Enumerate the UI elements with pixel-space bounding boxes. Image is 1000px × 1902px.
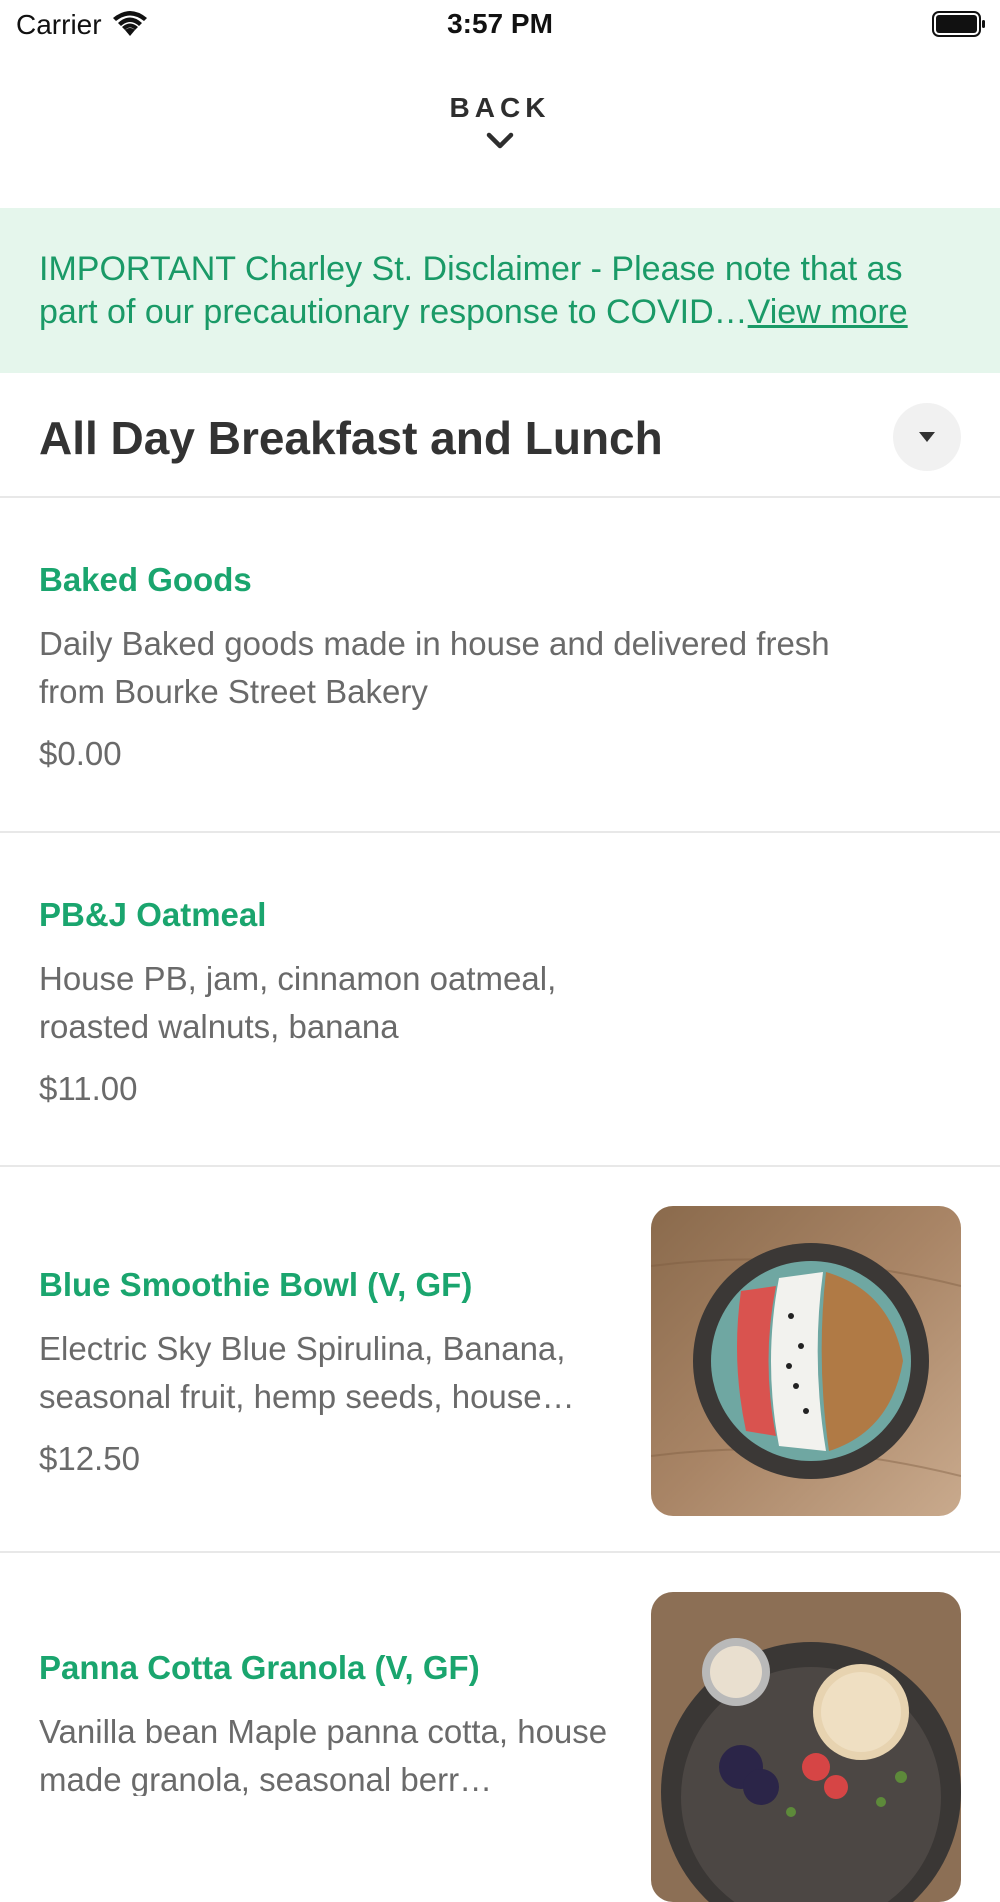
back-label: BACK: [449, 92, 551, 123]
section-title: All Day Breakfast and Lunch: [39, 412, 663, 464]
item-name: Blue Smoothie Bowl (V, GF): [39, 1266, 473, 1303]
item-description: Electric Sky Blue Spirulina, Banana, sea…: [39, 1330, 575, 1415]
chevron-down-icon: [486, 132, 514, 149]
menu-item[interactable]: Panna Cotta Granola (V, GF) Vanilla bean…: [0, 1553, 1000, 1902]
status-time: 3:57 PM: [447, 8, 553, 39]
menu-item[interactable]: Blue Smoothie Bowl (V, GF) Electric Sky …: [0, 1167, 1000, 1553]
panna-cotta-photo: [651, 1592, 961, 1902]
disclaimer-banner: IMPORTANT Charley St. Disclaimer - Pleas…: [0, 208, 1000, 373]
back-button[interactable]: BACK: [0, 92, 1000, 152]
item-description: House PB, jam, cinnamon oatmeal, roasted…: [39, 960, 557, 1045]
status-bar: Carrier 3:57 PM: [0, 0, 1000, 50]
smoothie-bowl-photo: [651, 1206, 961, 1516]
item-name: Panna Cotta Granola (V, GF): [39, 1649, 480, 1686]
menu-item[interactable]: PB&J Oatmeal House PB, jam, cinnamon oat…: [0, 833, 1000, 1167]
section-collapse-button[interactable]: [893, 403, 961, 471]
menu-item[interactable]: Baked Goods Daily Baked goods made in ho…: [0, 498, 1000, 833]
item-price: $11.00: [39, 1070, 138, 1107]
item-price: $0.00: [39, 735, 122, 772]
item-name: Baked Goods: [39, 561, 252, 598]
section-header[interactable]: All Day Breakfast and Lunch: [0, 373, 1000, 498]
view-more-link[interactable]: View more: [748, 293, 908, 331]
caret-down-icon: [919, 432, 935, 442]
item-price: $12.50: [39, 1440, 140, 1477]
item-description: Daily Baked goods made in house and deli…: [39, 625, 830, 710]
item-name: PB&J Oatmeal: [39, 896, 267, 933]
battery-icon: [932, 11, 985, 37]
item-description: Vanilla bean Maple panna cotta, house ma…: [39, 1713, 608, 1796]
